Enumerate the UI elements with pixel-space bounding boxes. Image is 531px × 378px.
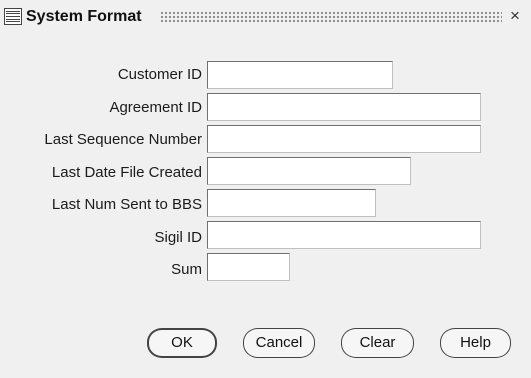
close-icon[interactable]: × — [510, 6, 520, 26]
clear-button[interactable]: Clear — [341, 328, 414, 358]
agreement-id-label: Agreement ID — [109, 99, 202, 116]
oracle-form-icon — [4, 8, 22, 25]
title-bar[interactable]: System Format × — [0, 0, 531, 36]
last-num-sent-to-bbs-label: Last Num Sent to BBS — [51, 196, 202, 213]
sigil-id-field[interactable] — [207, 221, 481, 249]
last-num-sent-to-bbs-field[interactable] — [207, 189, 376, 217]
title-grip-pattern — [160, 11, 502, 22]
last-sequence-number-label: Last Sequence Number — [44, 131, 202, 148]
sigil-id-label: Sigil ID — [154, 229, 202, 246]
last-date-file-created-label: Last Date File Created — [51, 164, 202, 181]
customer-id-label: Customer ID — [117, 66, 202, 83]
customer-id-field[interactable] — [207, 61, 393, 89]
sum-label: Sum — [171, 261, 202, 278]
window-title: System Format — [26, 8, 142, 25]
last-date-file-created-field[interactable] — [207, 157, 411, 185]
cancel-button[interactable]: Cancel — [243, 328, 315, 358]
last-sequence-number-field[interactable] — [207, 125, 481, 153]
sum-field[interactable] — [207, 253, 290, 281]
agreement-id-field[interactable] — [207, 93, 481, 121]
ok-button[interactable]: OK — [147, 328, 217, 358]
help-button[interactable]: Help — [440, 328, 511, 358]
